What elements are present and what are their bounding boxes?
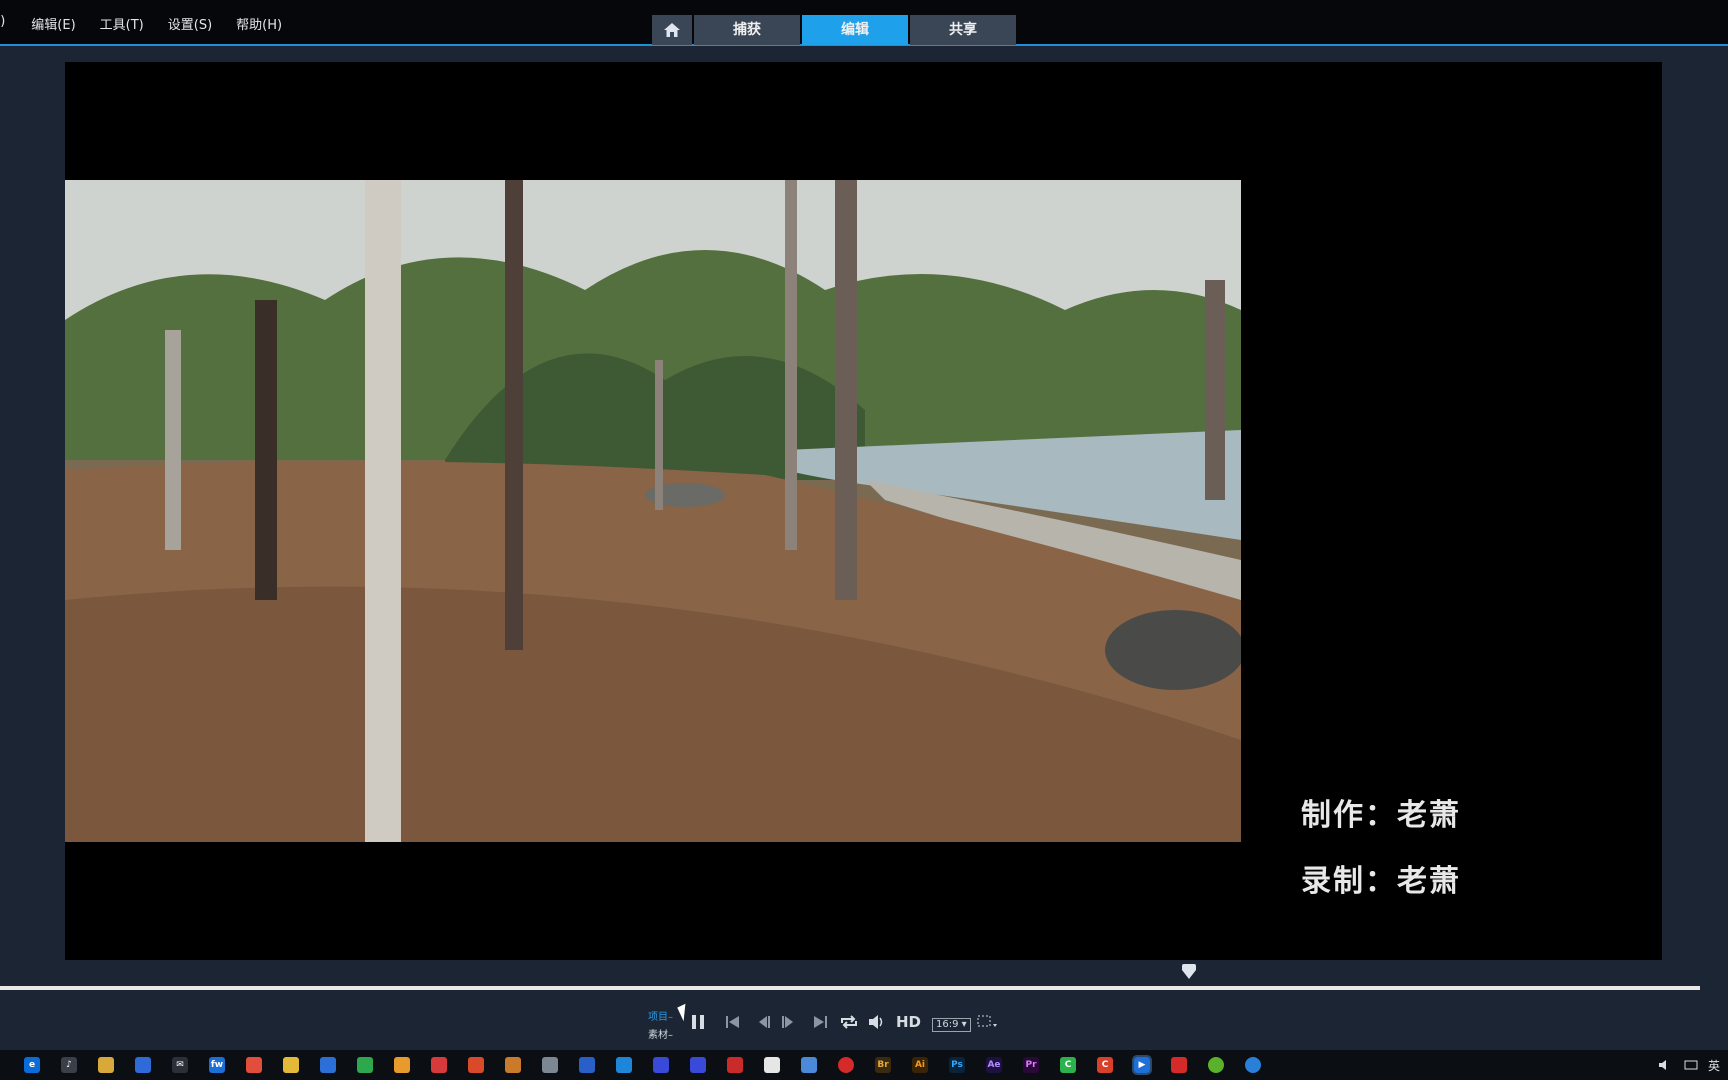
video-scene xyxy=(65,180,1241,842)
store-icon[interactable] xyxy=(135,1057,151,1073)
qq-icon[interactable] xyxy=(283,1057,299,1073)
menu-item-partial[interactable]: E) xyxy=(0,14,5,33)
aspect-ratio-selector[interactable]: 16:9 ▾ xyxy=(932,1018,971,1032)
mode-clip[interactable]: 素材– xyxy=(648,1026,673,1041)
menu-item-help[interactable]: 帮助(H) xyxy=(236,14,282,33)
menu-bar: E) 编辑(E) 工具(T) 设置(S) 帮助(H) xyxy=(0,14,306,33)
video-studio-icon[interactable]: ▶ xyxy=(1132,1055,1152,1075)
pause-icon[interactable] xyxy=(691,1014,705,1030)
tab-edit[interactable]: 编辑 xyxy=(802,15,908,45)
tree-trunk xyxy=(655,360,663,510)
app-icon[interactable] xyxy=(542,1057,558,1073)
file-explorer-icon[interactable] xyxy=(98,1057,114,1073)
mail-icon[interactable]: ✉ xyxy=(172,1057,188,1073)
workspace: 制作：老萧 录制：老萧 xyxy=(0,46,1728,988)
app-icon[interactable] xyxy=(246,1057,262,1073)
repeat-icon[interactable] xyxy=(839,1014,859,1030)
menu-item-settings[interactable]: 设置(S) xyxy=(168,14,212,33)
record-icon[interactable] xyxy=(838,1057,854,1073)
tree-trunk xyxy=(785,180,797,550)
wechat-icon[interactable] xyxy=(357,1057,373,1073)
workspace-tabs: 捕获 编辑 共享 xyxy=(652,15,1018,45)
app-icon[interactable]: C xyxy=(1060,1057,1076,1073)
to-start-icon[interactable] xyxy=(725,1014,741,1030)
app-icon[interactable] xyxy=(1171,1057,1187,1073)
photoshop-icon[interactable]: Ps xyxy=(949,1057,965,1073)
app-icon[interactable] xyxy=(727,1057,743,1073)
app-icon[interactable] xyxy=(394,1057,410,1073)
menu-item-tools[interactable]: 工具(T) xyxy=(100,14,144,33)
tab-share[interactable]: 共享 xyxy=(910,15,1016,45)
volume-icon[interactable] xyxy=(868,1014,886,1030)
tab-capture[interactable]: 捕获 xyxy=(694,15,800,45)
credit-recorder: 录制：老萧 xyxy=(1301,864,1461,899)
volume-tray-icon[interactable] xyxy=(1658,1058,1672,1072)
app-icon[interactable] xyxy=(653,1057,669,1073)
tab-home[interactable] xyxy=(652,15,692,45)
prev-frame-icon[interactable] xyxy=(756,1014,772,1030)
app-icon[interactable] xyxy=(431,1057,447,1073)
top-bar: E) 编辑(E) 工具(T) 设置(S) 帮助(H) 捕获 编辑 共享 xyxy=(0,0,1728,46)
edge-icon[interactable]: e xyxy=(24,1057,40,1073)
app-icon[interactable] xyxy=(1208,1057,1224,1073)
home-icon xyxy=(664,23,680,37)
preview-window[interactable]: 制作：老萧 录制：老萧 xyxy=(65,62,1662,960)
hd-toggle[interactable]: HD xyxy=(896,1013,921,1031)
tree-trunk xyxy=(835,180,857,600)
taskbar: e ♪ ✉ fw Br Ai Ps Ae Pr C C ▶ 英 xyxy=(0,1050,1728,1080)
mode-clip-label: 素材 xyxy=(648,1030,668,1041)
app-icon[interactable] xyxy=(616,1057,632,1073)
aspect-ratio-label: 16:9 xyxy=(936,1019,959,1030)
scrubber-handle[interactable] xyxy=(1182,964,1196,979)
tree-trunk xyxy=(165,330,181,550)
video-frame xyxy=(65,180,1241,842)
to-end-icon[interactable] xyxy=(812,1014,828,1030)
rock xyxy=(1105,610,1241,690)
premiere-icon[interactable]: Pr xyxy=(1023,1057,1039,1073)
app-icon[interactable] xyxy=(690,1057,706,1073)
illustrator-icon[interactable]: Ai xyxy=(912,1057,928,1073)
tree-trunk xyxy=(255,300,277,600)
iqiyi-icon[interactable] xyxy=(320,1057,336,1073)
bridge-icon[interactable]: Br xyxy=(875,1057,891,1073)
app-icon[interactable] xyxy=(801,1057,817,1073)
credit-producer: 制作：老萧 xyxy=(1301,798,1461,833)
menu-item-edit[interactable]: 编辑(E) xyxy=(31,14,75,33)
crop-tool-icon[interactable] xyxy=(977,1014,999,1030)
after-effects-icon[interactable]: Ae xyxy=(986,1057,1002,1073)
next-frame-icon[interactable] xyxy=(780,1014,796,1030)
ime-indicator[interactable]: 英 xyxy=(1708,1057,1720,1074)
app-icon[interactable] xyxy=(505,1057,521,1073)
app-icon[interactable]: C xyxy=(1097,1057,1113,1073)
mode-project-label: 项目 xyxy=(648,1012,668,1023)
tree-trunk xyxy=(365,180,401,842)
app-icon[interactable] xyxy=(1245,1057,1261,1073)
app-icon[interactable] xyxy=(764,1057,780,1073)
app-icon[interactable] xyxy=(579,1057,595,1073)
fw-icon[interactable]: fw xyxy=(209,1057,225,1073)
tree-trunk xyxy=(505,180,523,650)
app-icon[interactable] xyxy=(468,1057,484,1073)
mode-project[interactable]: 项目– xyxy=(648,1008,673,1023)
playback-controls: 项目– 素材– HD 16:9 ▾ xyxy=(0,990,1728,1050)
recorder-icon[interactable]: ♪ xyxy=(61,1057,77,1073)
network-tray-icon[interactable] xyxy=(1684,1058,1698,1072)
tree-trunk xyxy=(1205,280,1225,500)
